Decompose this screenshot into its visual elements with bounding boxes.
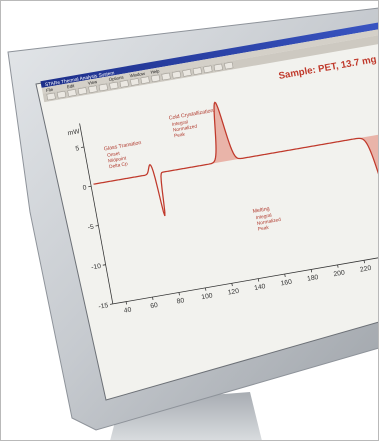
monitor-photo: STARe Thermal Analysis System FileEditVi… [7, 7, 379, 441]
x-tick [152, 296, 154, 300]
toolbar-button-icon[interactable] [109, 81, 119, 90]
x-tick-label: 40 [123, 306, 132, 314]
toolbar-button-icon[interactable] [57, 90, 67, 99]
toolbar-button-icon[interactable] [224, 61, 234, 70]
toolbar-button-icon[interactable] [203, 65, 213, 74]
toolbar-button-icon[interactable] [192, 67, 202, 75]
x-tick-label: 80 [176, 297, 185, 305]
x-tick [205, 287, 207, 291]
x-tick [257, 278, 260, 282]
x-tick [310, 269, 313, 273]
toolbar-button-icon[interactable] [140, 76, 150, 84]
x-tick [231, 283, 233, 287]
toolbar-button-icon[interactable] [77, 87, 88, 95]
x-tick [363, 260, 365, 264]
x-tick [284, 274, 286, 277]
toolbar-button-icon[interactable] [119, 80, 129, 88]
x-tick [125, 301, 127, 305]
x-tick-label: 60 [150, 302, 159, 310]
toolbar-button-icon[interactable] [98, 83, 108, 92]
toolbar-button-icon[interactable] [182, 69, 192, 77]
x-tick [178, 292, 180, 296]
x-tick [337, 264, 339, 268]
toolbar-button-icon[interactable] [67, 89, 77, 97]
toolbar-button-icon[interactable] [130, 78, 140, 86]
toolbar-button-icon[interactable] [213, 63, 223, 72]
toolbar-button-icon[interactable] [46, 92, 56, 101]
toolbar-button-icon[interactable] [171, 71, 182, 79]
toolbar-button-icon[interactable] [161, 72, 171, 81]
toolbar-button-icon[interactable] [151, 74, 161, 83]
toolbar-button-icon[interactable] [88, 85, 98, 93]
